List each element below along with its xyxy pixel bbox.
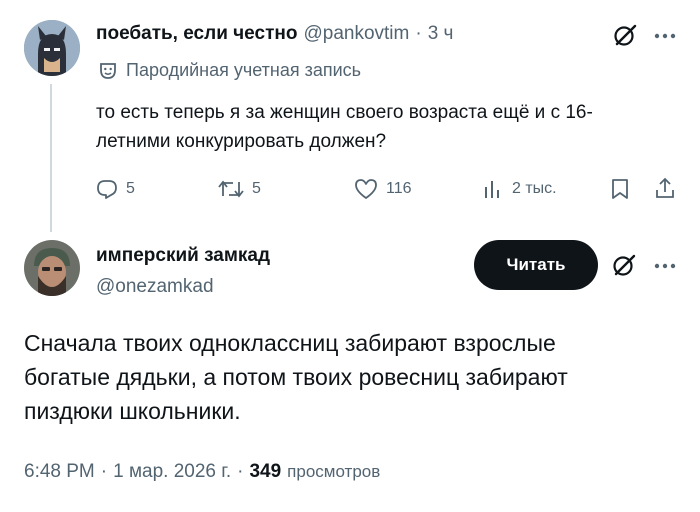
user-photo-icon: [24, 240, 80, 296]
separator-dot: ·: [100, 461, 108, 482]
avatar[interactable]: [24, 20, 80, 76]
share-icon: [656, 177, 674, 198]
reply-icon: [97, 180, 117, 199]
bookmark-button[interactable]: [610, 178, 630, 200]
tweet-text: то есть теперь я за женщин своего возрас…: [96, 102, 593, 152]
avatar[interactable]: [24, 240, 80, 296]
post-date[interactable]: 1 мар. 2026 г.: [113, 461, 231, 483]
thread-connector-line: [50, 84, 52, 232]
reply-button[interactable]: 5: [96, 178, 135, 200]
batman-avatar-icon: [24, 20, 80, 76]
views-icon: [485, 181, 499, 198]
bookmark-icon: [612, 179, 628, 199]
parody-label: Пародийная учетная запись: [126, 60, 362, 80]
user-handle[interactable]: @pankovtim: [303, 23, 409, 45]
like-count: 116: [386, 180, 412, 197]
separator-dot: ·: [237, 461, 244, 482]
parody-mask-icon: [98, 61, 118, 81]
post-time[interactable]: 3 ч: [428, 23, 454, 45]
user-handle[interactable]: @onezamkad: [96, 276, 214, 298]
more-icon[interactable]: [654, 33, 676, 39]
repost-count: 5: [252, 180, 261, 197]
display-name[interactable]: имперский замкад: [96, 245, 270, 267]
views-button[interactable]: 2 тыс.: [482, 178, 557, 200]
views-label: просмотров: [287, 462, 381, 481]
grok-icon[interactable]: [611, 252, 637, 278]
share-button[interactable]: [654, 177, 676, 199]
repost-icon: [218, 180, 244, 198]
like-icon: [355, 179, 377, 199]
views-count: 349: [249, 461, 282, 482]
like-button[interactable]: 116: [354, 178, 412, 200]
separator-dot: ·: [415, 23, 422, 44]
post-time[interactable]: 6:48 PM: [24, 461, 95, 483]
views-count: 2 тыс.: [512, 180, 557, 197]
grok-icon[interactable]: [612, 22, 638, 48]
reply-count: 5: [126, 180, 135, 197]
display-name[interactable]: поебать, если честно: [96, 23, 297, 45]
repost-button[interactable]: 5: [218, 178, 261, 200]
more-icon[interactable]: [654, 263, 676, 269]
follow-button[interactable]: Читать: [474, 240, 598, 290]
tweet-text: Сначала твоих одноклассниц забирают взро…: [24, 330, 568, 424]
